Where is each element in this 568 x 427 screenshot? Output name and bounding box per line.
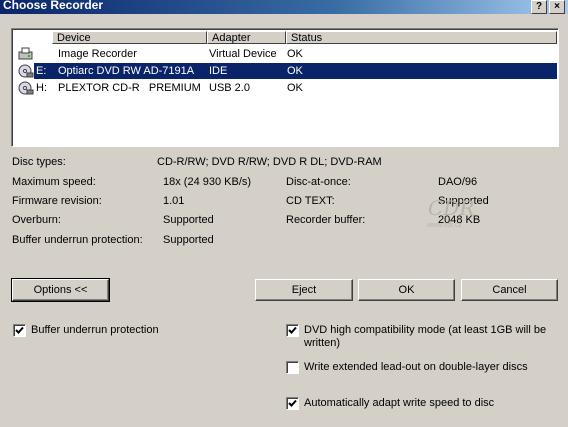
firmware-label: Firmware revision: — [12, 195, 102, 207]
extended-leadout-checkbox[interactable] — [286, 361, 299, 374]
firmware-value: 1.01 — [163, 195, 185, 207]
dao-label: Disc-at-once: — [286, 176, 351, 188]
overburn-value: Supported — [163, 214, 214, 226]
buffer-underrun-label[interactable]: Buffer underrun protection — [31, 324, 159, 336]
column-status[interactable]: Status — [286, 31, 557, 44]
checkmark-icon — [15, 326, 24, 334]
row-adapter: IDE — [209, 65, 228, 77]
bup-label: Buffer underrun protection: — [12, 234, 143, 246]
dvd-high-compat-label[interactable]: DVD high compatibility mode (at least 1G… — [304, 324, 546, 336]
help-button[interactable]: ? — [531, 0, 547, 14]
options-button[interactable]: Options << — [11, 278, 110, 302]
dao-value: DAO/96 — [438, 176, 478, 188]
column-adapter[interactable]: Adapter — [207, 31, 286, 44]
adapt-write-speed-label[interactable]: Automatically adapt write speed to disc — [304, 397, 494, 409]
close-button[interactable]: × — [549, 0, 565, 14]
row-device: Optiarc DVD RW AD-7191A — [58, 65, 195, 77]
adapt-write-speed-checkbox[interactable] — [286, 397, 299, 410]
buffer-label: Recorder buffer: — [286, 214, 366, 226]
checkmark-icon — [288, 399, 297, 407]
cdtext-label: CD TEXT: — [286, 195, 335, 207]
row-adapter: USB 2.0 — [209, 82, 250, 94]
recorder-list[interactable]: Device Adapter Status Image Recorder Vir… — [11, 28, 559, 147]
optical-drive-icon — [18, 64, 34, 78]
row-device: Image Recorder — [58, 48, 137, 60]
buffer-underrun-checkbox[interactable] — [13, 324, 26, 337]
max-speed-label: Maximum speed: — [12, 176, 96, 188]
list-row-plextor[interactable]: H: PLEXTOR CD-R PREMIUM USB 2.0 OK — [14, 80, 558, 96]
disc-types-label: Disc types: — [12, 156, 66, 168]
cancel-button[interactable]: Cancel — [461, 279, 558, 301]
optical-drive-icon — [18, 81, 34, 95]
bup-value: Supported — [163, 234, 214, 246]
image-recorder-icon — [18, 47, 34, 61]
list-row-optiarc[interactable]: E: Optiarc DVD RW AD-7191A IDE OK — [14, 63, 558, 79]
eject-button[interactable]: Eject — [255, 279, 353, 301]
dvd-high-compat-checkbox[interactable] — [286, 324, 299, 337]
title-bar: Choose Recorder ? × — [0, 0, 568, 14]
row-letter: E: — [36, 65, 47, 77]
window-title: Choose Recorder — [3, 0, 104, 12]
column-device[interactable]: Device — [52, 31, 207, 44]
row-device: PLEXTOR CD-R PREMIUM — [58, 82, 201, 94]
overburn-label: Overburn: — [12, 214, 61, 226]
checkmark-icon — [288, 326, 297, 334]
max-speed-value: 18x (24 930 KB/s) — [163, 176, 252, 188]
row-adapter: Virtual Device — [209, 48, 277, 60]
ok-button[interactable]: OK — [358, 279, 455, 301]
list-header: Device Adapter Status — [14, 31, 558, 45]
list-row-image-recorder[interactable]: Image Recorder Virtual Device OK — [14, 46, 558, 62]
row-letter: H: — [36, 82, 47, 94]
row-status: OK — [287, 48, 303, 60]
row-status: OK — [287, 65, 303, 77]
dvd-high-compat-label-line2[interactable]: written) — [304, 337, 340, 349]
row-status: OK — [287, 82, 303, 94]
disc-types-value: CD-R/RW; DVD R/RW; DVD R DL; DVD-RAM — [157, 156, 382, 168]
extended-leadout-label[interactable]: Write extended lead-out on double-layer … — [304, 361, 528, 373]
watermark-url: www.cdr.cz — [427, 222, 463, 229]
watermark-logo: CDR — [428, 196, 475, 220]
